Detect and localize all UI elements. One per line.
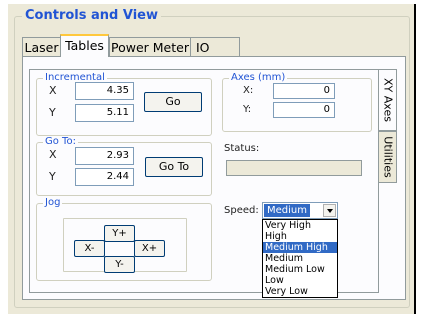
- goto-button[interactable]: Go To: [145, 157, 203, 177]
- axes-group: Axes (mm) X: 0 Y: 0: [222, 72, 372, 132]
- jog-y-plus-button[interactable]: Y+: [104, 225, 135, 242]
- jog-x-plus-button[interactable]: X+: [134, 240, 165, 257]
- incremental-group: Incremental X 4.35 Y 5.11 Go: [36, 72, 212, 136]
- goto-x-label: X: [49, 148, 57, 161]
- jog-y-minus-button[interactable]: Y-: [104, 256, 135, 273]
- speed-select[interactable]: Medium: [262, 202, 338, 219]
- speed-label: Speed:: [224, 205, 259, 216]
- axes-x-field: 0: [273, 83, 335, 99]
- incremental-go-button[interactable]: Go: [144, 92, 202, 112]
- speed-option-medium-high[interactable]: Medium High: [263, 242, 337, 253]
- incremental-x-label: X: [49, 84, 57, 97]
- status-field: [226, 160, 362, 176]
- goto-x-field[interactable]: 2.93: [75, 147, 134, 165]
- tables-tab-panel: Incremental X 4.35 Y 5.11 Go Go To: X 2.…: [22, 56, 406, 300]
- controls-and-view-title: Controls and View: [22, 8, 161, 24]
- jog-group: Jog Y+ X- X+ Y-: [36, 197, 212, 281]
- axes-y-label: Y:: [243, 104, 252, 115]
- speed-option-high[interactable]: High: [263, 231, 337, 242]
- incremental-y-field[interactable]: 5.11: [75, 104, 134, 122]
- axes-x-label: X:: [243, 85, 254, 96]
- speed-option-very-high[interactable]: Very High: [263, 220, 337, 231]
- incremental-x-field[interactable]: 4.35: [75, 82, 134, 100]
- goto-title: Go To:: [43, 136, 78, 148]
- tab-tables[interactable]: Tables: [60, 34, 109, 57]
- tab-power-meter[interactable]: Power Meter: [109, 37, 191, 56]
- jog-x-minus-button[interactable]: X-: [74, 240, 105, 257]
- speed-dropdown-list: Very High High Medium High Medium Medium…: [262, 219, 338, 298]
- goto-y-label: Y: [49, 170, 56, 183]
- speed-option-medium[interactable]: Medium: [263, 253, 337, 264]
- side-tab-utilities-label: Utilities: [381, 136, 394, 178]
- tab-io[interactable]: IO: [190, 37, 240, 56]
- speed-option-low[interactable]: Low: [263, 275, 337, 286]
- side-tab-xy-axes[interactable]: XY Axes: [379, 69, 397, 131]
- tab-laser[interactable]: Laser: [22, 37, 61, 56]
- incremental-y-label: Y: [49, 106, 56, 119]
- goto-group: Go To: X 2.93 Y 2.44 Go To: [36, 136, 212, 196]
- jog-title: Jog: [43, 197, 63, 209]
- xy-axes-panel: Incremental X 4.35 Y 5.11 Go Go To: X 2.…: [29, 69, 379, 298]
- axes-y-field: 0: [273, 102, 335, 118]
- status-label: Status:: [224, 143, 260, 154]
- side-tab-utilities[interactable]: Utilities: [379, 131, 397, 183]
- speed-option-medium-low[interactable]: Medium Low: [263, 264, 337, 275]
- speed-option-very-low[interactable]: Very Low: [263, 286, 337, 297]
- speed-selected-value: Medium: [264, 204, 310, 217]
- side-tab-xy-axes-label: XY Axes: [381, 78, 394, 122]
- goto-y-field[interactable]: 2.44: [75, 168, 134, 186]
- chevron-down-icon[interactable]: [323, 204, 336, 217]
- controls-and-view-window: Controls and View Laser Tables Power Met…: [8, 4, 416, 314]
